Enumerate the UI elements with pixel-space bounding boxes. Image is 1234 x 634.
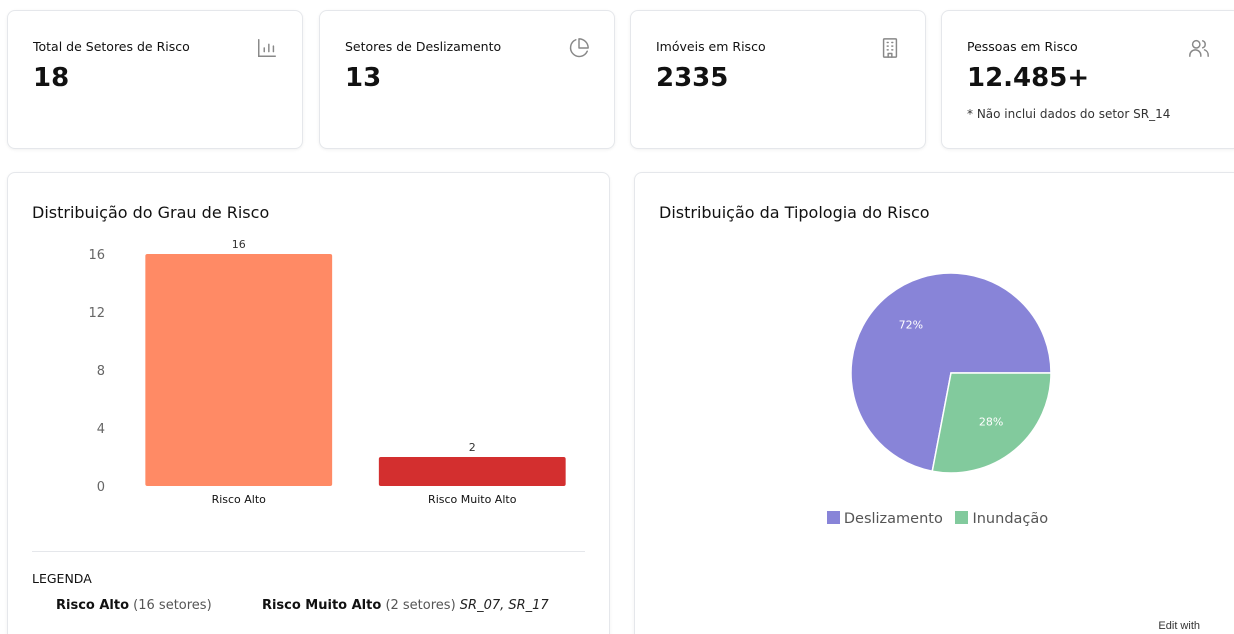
legend-label: Risco Muito Alto (261, 598, 382, 613)
pie-legend-item: Inundação (955, 511, 1048, 527)
bar (378, 457, 566, 486)
stat-title: Pessoas em Risco (967, 39, 1078, 54)
x-tick-label: Risco Muito Alto (428, 493, 517, 506)
legend-heading: LEGENDA (32, 571, 92, 586)
legend-count: (2 setores) (385, 598, 456, 613)
stat-value: 12.485+ (967, 63, 1090, 93)
stat-value: 2335 (656, 63, 729, 93)
pie-legend-label: Deslizamento (843, 511, 943, 527)
stat-title: Setores de Deslizamento (345, 39, 502, 54)
bar (145, 254, 333, 486)
legend-swatch (826, 511, 840, 524)
legend-divider (32, 551, 585, 552)
pie-chart-panel: Distribuição da Tipologia do Risco 72% 28… (634, 172, 1234, 634)
stat-title: Total de Setores de Risco (33, 39, 190, 54)
y-tick-label: 12 (88, 306, 105, 321)
legend-row: Risco Alto (16 setores) Risco Muito Alto… (56, 598, 549, 613)
y-tick-label: 4 (97, 422, 105, 437)
pie-value-label: 72% (899, 318, 923, 331)
pie-chart-icon (569, 38, 589, 58)
stat-card-total-setores: Total de Setores de Risco 18 (7, 10, 303, 149)
bar-chart-panel: Distribuição do Grau de Risco 0 4 8 12 16 16 R… (7, 172, 610, 634)
bar-chart: 0 4 8 12 16 16 Risco Alto 2 Risco Muito Alto (88, 238, 566, 506)
data-label: 2 (469, 441, 476, 454)
stat-title: Imóveis em Risco (656, 39, 766, 54)
stat-value: 13 (345, 63, 382, 93)
data-label: 16 (232, 238, 246, 251)
building-icon (882, 38, 898, 58)
bar-chart-icon (258, 39, 276, 57)
pie-legend: Deslizamento Inundação (635, 511, 1234, 527)
y-tick-label: 0 (97, 480, 105, 495)
stat-card-imoveis: Imóveis em Risco 2335 (630, 10, 926, 149)
y-tick-label: 8 (97, 364, 105, 379)
stat-card-pessoas: Pessoas em Risco 12.485+ * Não inclui da… (941, 10, 1234, 149)
pie-chart: 72% 28% (850, 272, 1052, 474)
pie-value-label: 28% (979, 416, 1003, 429)
panel-title: Distribuição do Grau de Risco (32, 203, 270, 222)
legend-count: (16 setores) (133, 598, 212, 613)
y-tick-label: 16 (88, 248, 105, 263)
edit-with-link[interactable]: Edit with (1158, 620, 1200, 632)
stat-value: 18 (33, 63, 70, 93)
pie-legend-label: Inundação (972, 511, 1049, 527)
stat-note: * Não inclui dados do setor SR_14 (967, 107, 1171, 121)
pie-legend-item: Deslizamento (826, 511, 943, 527)
legend-swatch (955, 511, 969, 524)
users-icon (1189, 39, 1209, 57)
legend-codes: SR_07, SR_17 (459, 598, 549, 613)
legend-label: Risco Alto (56, 598, 130, 613)
stat-card-deslizamento: Setores de Deslizamento 13 (319, 10, 615, 149)
x-tick-label: Risco Alto (212, 493, 267, 506)
